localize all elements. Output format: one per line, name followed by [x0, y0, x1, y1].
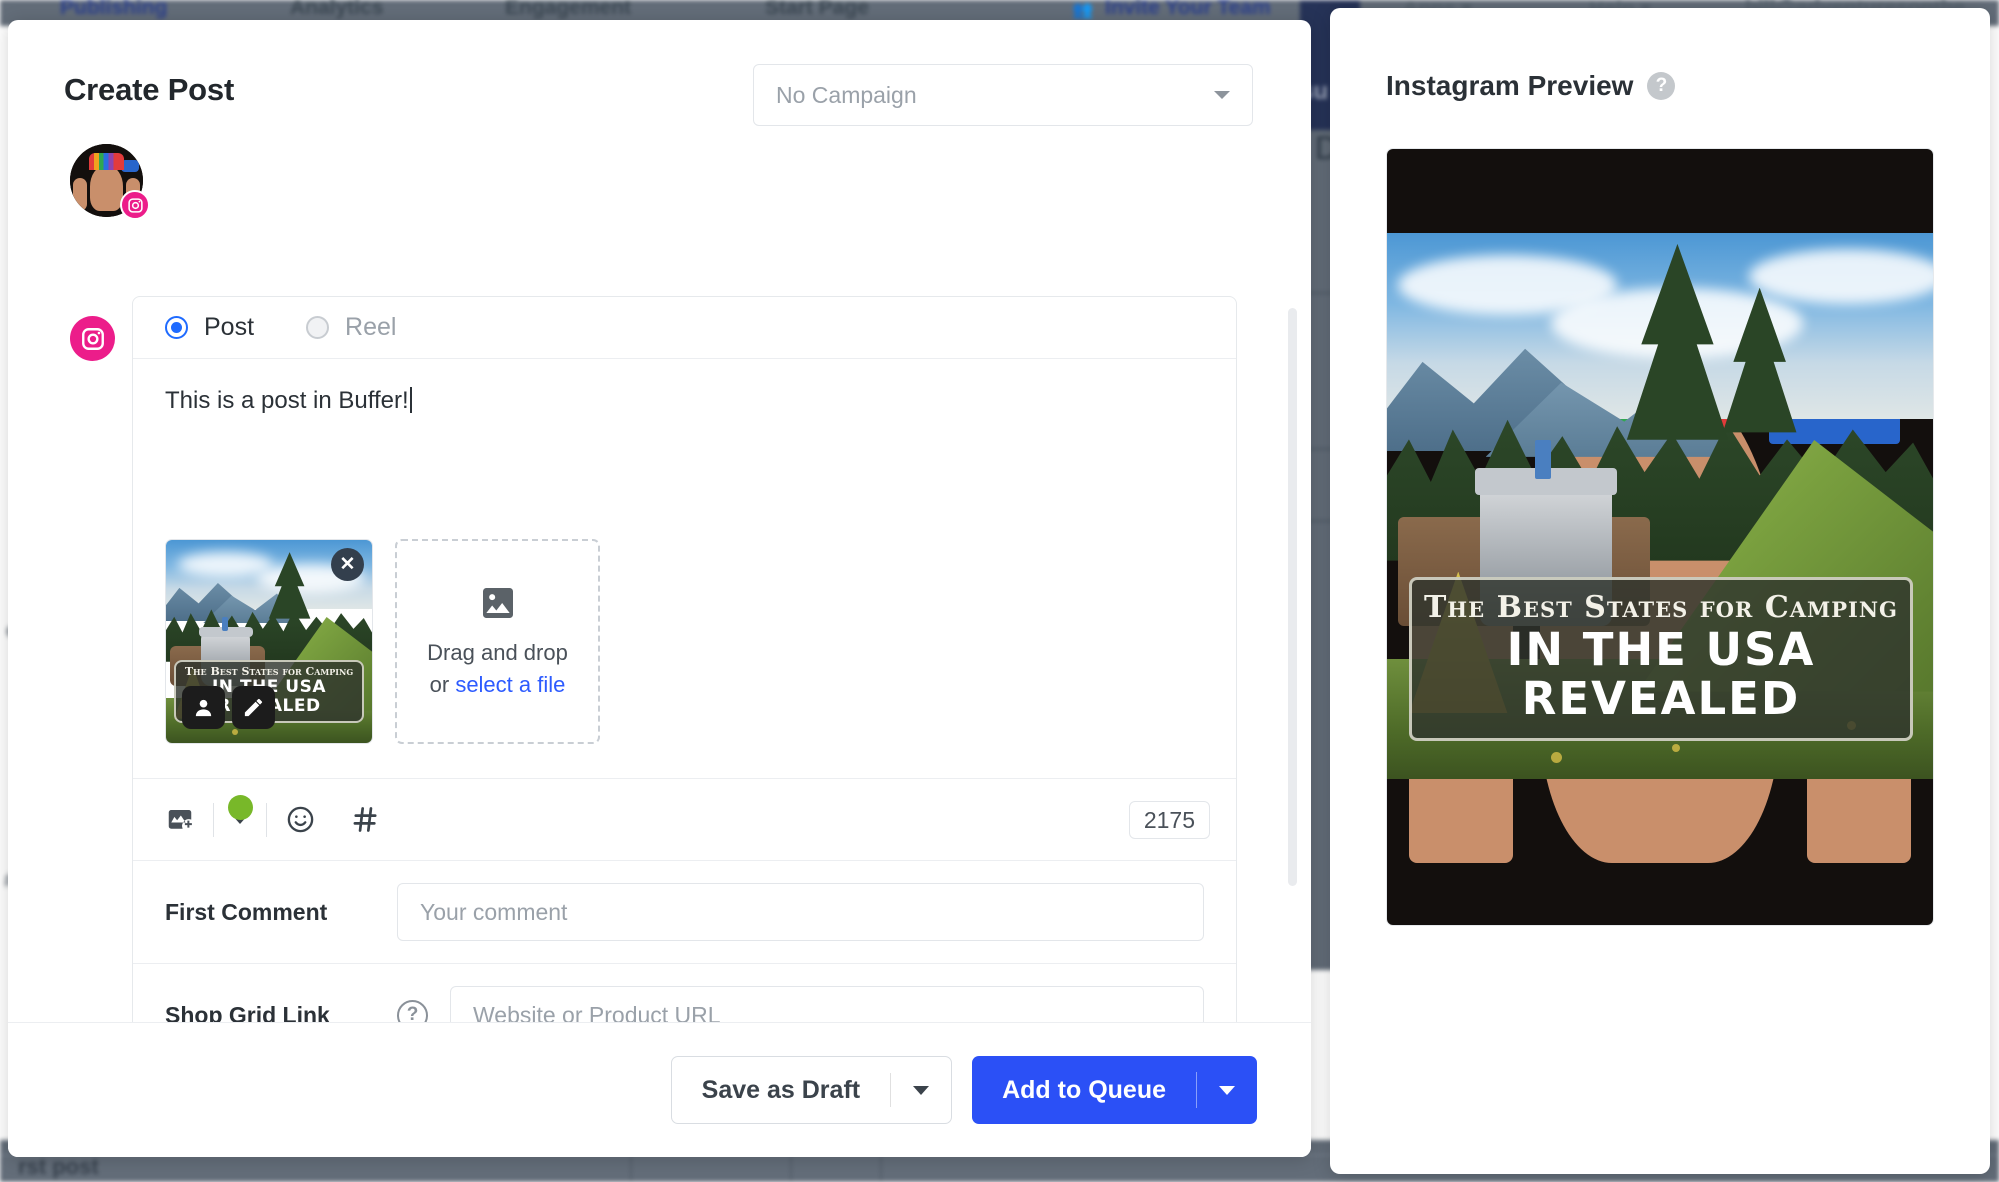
instagram-icon: [120, 190, 150, 220]
select-a-file-link[interactable]: select a file: [455, 672, 565, 697]
post-editor-card: Post Reel This is a post in Buffer! The …: [132, 296, 1237, 1067]
overlay-line-2: IN THE USA REVEALED: [1506, 622, 1816, 726]
channel-instagram-icon[interactable]: [70, 316, 115, 361]
radio-option-reel[interactable]: Reel: [306, 313, 396, 342]
chevron-down-icon: [913, 1085, 930, 1095]
account-row: [8, 140, 1311, 238]
first-comment-input[interactable]: Your comment: [397, 883, 1204, 941]
instagram-card-header: billwidmer ⋯: [1387, 149, 1933, 926]
emoji-smiley-icon[interactable]: [285, 804, 316, 835]
dropzone-or: or: [429, 671, 456, 697]
radio-indicator-post: [165, 316, 188, 339]
save-as-draft-button[interactable]: Save as Draft: [670, 1056, 953, 1124]
first-comment-label: First Comment: [165, 898, 328, 925]
media-dropzone[interactable]: Drag and drop or select a file: [395, 539, 600, 744]
image-placeholder-icon: [482, 588, 513, 619]
hashtag-icon[interactable]: [350, 804, 381, 835]
composer-scrollbar[interactable]: [1288, 308, 1297, 886]
toolbar-divider: [213, 802, 214, 837]
campaign-select[interactable]: No Campaign: [753, 64, 1253, 126]
pencil-edit-icon[interactable]: [232, 686, 275, 729]
ai-assistant-icon[interactable]: [227, 795, 253, 824]
preview-header: Instagram Preview ?: [1386, 70, 1676, 102]
caption-text: This is a post in Buffer!: [165, 387, 409, 414]
add-to-queue-label: Add to Queue: [1002, 1075, 1166, 1104]
instagram-post-image: The Best States for Camping IN THE USA R…: [1387, 233, 1933, 779]
chevron-down-icon: [1219, 1085, 1235, 1095]
add-image-icon[interactable]: [165, 805, 195, 835]
editor-toolbar: 2175: [133, 778, 1236, 860]
create-post-dialog: Create Post No Campaign Post Reel This i…: [8, 20, 1311, 1157]
campaign-select-value: No Campaign: [776, 81, 917, 108]
media-attachments: The Best States for Camping IN THE USA R…: [133, 509, 1236, 778]
caption-input[interactable]: This is a post in Buffer!: [133, 359, 1236, 509]
radio-option-post[interactable]: Post: [165, 313, 254, 342]
save-as-draft-label: Save as Draft: [701, 1075, 861, 1104]
toolbar-divider: [266, 802, 267, 837]
dialog-header: Create Post No Campaign: [8, 20, 1311, 140]
instagram-preview-panel: Instagram Preview ? billwidmer ⋯: [1330, 8, 1990, 1174]
save-as-draft-dropdown[interactable]: [891, 1057, 951, 1123]
instagram-post-card: billwidmer ⋯: [1386, 148, 1934, 927]
chevron-down-icon: [1214, 91, 1230, 99]
dropzone-line-1: Drag and drop: [427, 640, 568, 666]
radio-indicator-reel: [306, 316, 330, 339]
ai-status-dot: [227, 795, 253, 820]
add-to-queue-dropdown[interactable]: [1197, 1056, 1257, 1124]
post-type-radio-group: Post Reel: [133, 297, 1236, 359]
thumbnail-tools: [182, 686, 275, 729]
radio-label-post: Post: [204, 313, 255, 341]
avatar: [1387, 149, 1933, 926]
first-comment-row: First Comment Your comment: [133, 860, 1236, 963]
person-tag-icon[interactable]: [182, 686, 225, 729]
media-thumbnail[interactable]: The Best States for Camping IN THE USA R…: [165, 539, 373, 744]
radio-label-reel: Reel: [345, 313, 397, 341]
character-counter: 2175: [1128, 801, 1210, 839]
add-to-queue-button[interactable]: Add to Queue: [972, 1056, 1257, 1124]
question-mark-icon[interactable]: ?: [1647, 72, 1676, 100]
close-icon[interactable]: ✕: [331, 548, 364, 581]
text-cursor: [409, 387, 412, 413]
preview-title-label: Instagram Preview: [1386, 70, 1634, 101]
dialog-footer: Save as Draft Add to Queue: [8, 1022, 1311, 1157]
page-title: Create Post: [64, 72, 235, 107]
image-text-overlay: The Best States for Camping IN THE USA R…: [1408, 576, 1914, 741]
overlay-line-1: The Best States for Camping: [1423, 589, 1898, 625]
